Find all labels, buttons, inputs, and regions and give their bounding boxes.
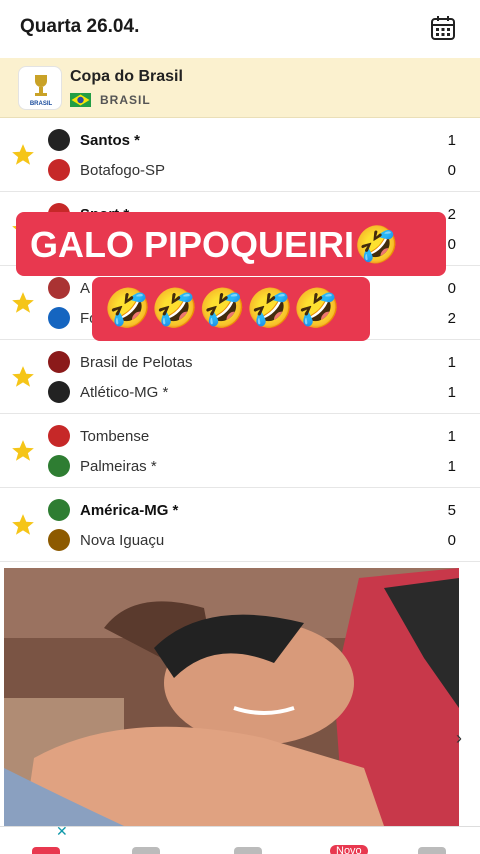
away-team-name: Botafogo-SP bbox=[80, 162, 166, 179]
home-crest bbox=[48, 129, 70, 151]
away-team: Botafogo-SP 0 bbox=[46, 156, 470, 186]
away-crest bbox=[48, 159, 70, 181]
caption-line-2: 🤣🤣🤣🤣🤣 bbox=[92, 277, 370, 341]
away-score: 1 bbox=[447, 458, 456, 475]
away-crest bbox=[48, 381, 70, 403]
video-overlay[interactable] bbox=[4, 568, 459, 826]
trophy-icon: BRASIL bbox=[30, 75, 53, 107]
calendar-icon[interactable] bbox=[430, 15, 456, 41]
home-score: 0 bbox=[447, 280, 456, 297]
away-crest bbox=[48, 529, 70, 551]
away-score: 1 bbox=[447, 384, 456, 401]
away-team-name: Palmeiras * bbox=[80, 458, 157, 475]
ad-close-icon[interactable]: ✕ bbox=[56, 823, 68, 840]
tab-leagues[interactable] bbox=[234, 847, 262, 854]
brazil-flag-icon bbox=[70, 93, 91, 107]
away-team-name: Nova Iguaçu bbox=[80, 532, 165, 549]
person-photo bbox=[4, 568, 459, 826]
new-badge: Novo bbox=[330, 845, 368, 854]
match-row[interactable]: Santos * 1 Botafogo-SP 0 bbox=[0, 118, 480, 192]
chevron-right-icon[interactable]: › bbox=[456, 728, 462, 749]
away-score: 0 bbox=[447, 532, 456, 549]
match-row[interactable]: Brasil de Pelotas 1 Atlético-MG * 1 bbox=[0, 340, 480, 414]
home-team: América-MG * 5 bbox=[46, 496, 470, 526]
star-icon[interactable] bbox=[10, 142, 36, 168]
away-score: 0 bbox=[447, 162, 456, 179]
away-score: 0 bbox=[447, 236, 456, 253]
home-score: 1 bbox=[447, 428, 456, 445]
caption-text-1: GALO PIPOQUEIRI🤣 bbox=[30, 224, 399, 265]
home-crest bbox=[48, 425, 70, 447]
tab-news[interactable] bbox=[132, 847, 160, 854]
home-team-name: Brasil de Pelotas bbox=[80, 354, 193, 371]
home-crest bbox=[48, 351, 70, 373]
away-team: Nova Iguaçu 0 bbox=[46, 526, 470, 556]
star-icon[interactable] bbox=[10, 290, 36, 316]
home-score: 5 bbox=[447, 502, 456, 519]
tab-scores[interactable] bbox=[32, 847, 60, 854]
home-team-name: Tombense bbox=[80, 428, 150, 445]
logo-text: BRASIL bbox=[30, 101, 53, 107]
home-team-name: América-MG * bbox=[80, 502, 179, 519]
star-icon[interactable] bbox=[10, 364, 36, 390]
home-crest bbox=[48, 277, 70, 299]
away-team: Atlético-MG * 1 bbox=[46, 378, 470, 408]
home-crest bbox=[48, 499, 70, 521]
home-team-name: Santos * bbox=[80, 132, 141, 149]
home-team-name: A bbox=[80, 280, 91, 297]
home-score: 1 bbox=[447, 354, 456, 371]
competition-country: BRASIL bbox=[100, 93, 151, 107]
away-crest bbox=[48, 455, 70, 477]
competition-name: Copa do Brasil bbox=[70, 68, 183, 85]
home-team: Santos * 1 bbox=[46, 126, 470, 156]
home-score: 2 bbox=[447, 206, 456, 223]
away-crest bbox=[48, 307, 70, 329]
match-row[interactable]: Tombense 1 Palmeiras * 1 bbox=[0, 414, 480, 488]
competition-header[interactable]: BRASIL Copa do Brasil BRASIL bbox=[0, 58, 480, 118]
away-team-name: Atlético-MG * bbox=[80, 384, 169, 401]
away-score: 2 bbox=[447, 310, 456, 327]
date-label[interactable]: Quarta 26.04. bbox=[20, 16, 139, 38]
home-score: 1 bbox=[447, 132, 456, 149]
star-icon[interactable] bbox=[10, 512, 36, 538]
tab-more[interactable] bbox=[418, 847, 446, 854]
home-team: Brasil de Pelotas 1 bbox=[46, 348, 470, 378]
away-team: Palmeiras * 1 bbox=[46, 452, 470, 482]
caption-line-1: GALO PIPOQUEIRI🤣 bbox=[16, 212, 446, 276]
bottom-tab-bar: ✕ Novo bbox=[0, 823, 480, 854]
caption-text-2: 🤣🤣🤣🤣🤣 bbox=[104, 288, 341, 330]
star-icon[interactable] bbox=[10, 438, 36, 464]
home-team: Tombense 1 bbox=[46, 422, 470, 452]
top-bar: Quarta 26.04. bbox=[0, 0, 480, 58]
competition-logo: BRASIL bbox=[18, 66, 62, 110]
match-row[interactable]: América-MG * 5 Nova Iguaçu 0 bbox=[0, 488, 480, 562]
